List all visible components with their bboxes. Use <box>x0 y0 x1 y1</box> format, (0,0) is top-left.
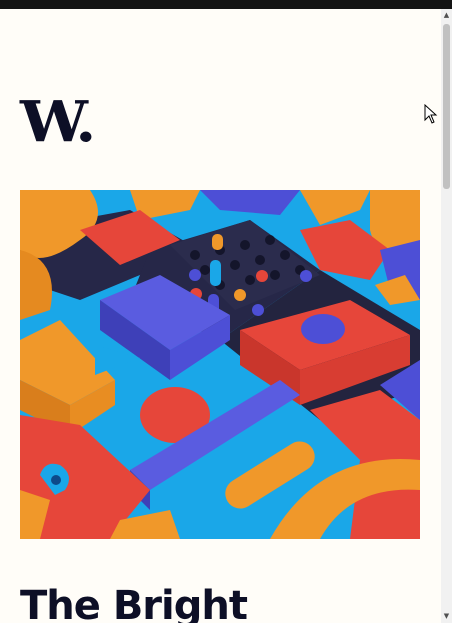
hero-illustration <box>20 190 420 539</box>
scroll-down-arrow-icon[interactable]: ▼ <box>441 610 452 623</box>
mouse-pointer-icon <box>424 104 438 124</box>
scrollbar[interactable]: ▲ ▼ <box>441 9 452 623</box>
site-logo[interactable]: W. <box>20 94 96 150</box>
scroll-thumb[interactable] <box>443 24 450 189</box>
article-title[interactable]: The Bright <box>20 582 248 623</box>
hero-image <box>20 190 420 539</box>
scroll-up-arrow-icon[interactable]: ▲ <box>441 9 452 22</box>
browser-top-bar <box>0 0 452 9</box>
